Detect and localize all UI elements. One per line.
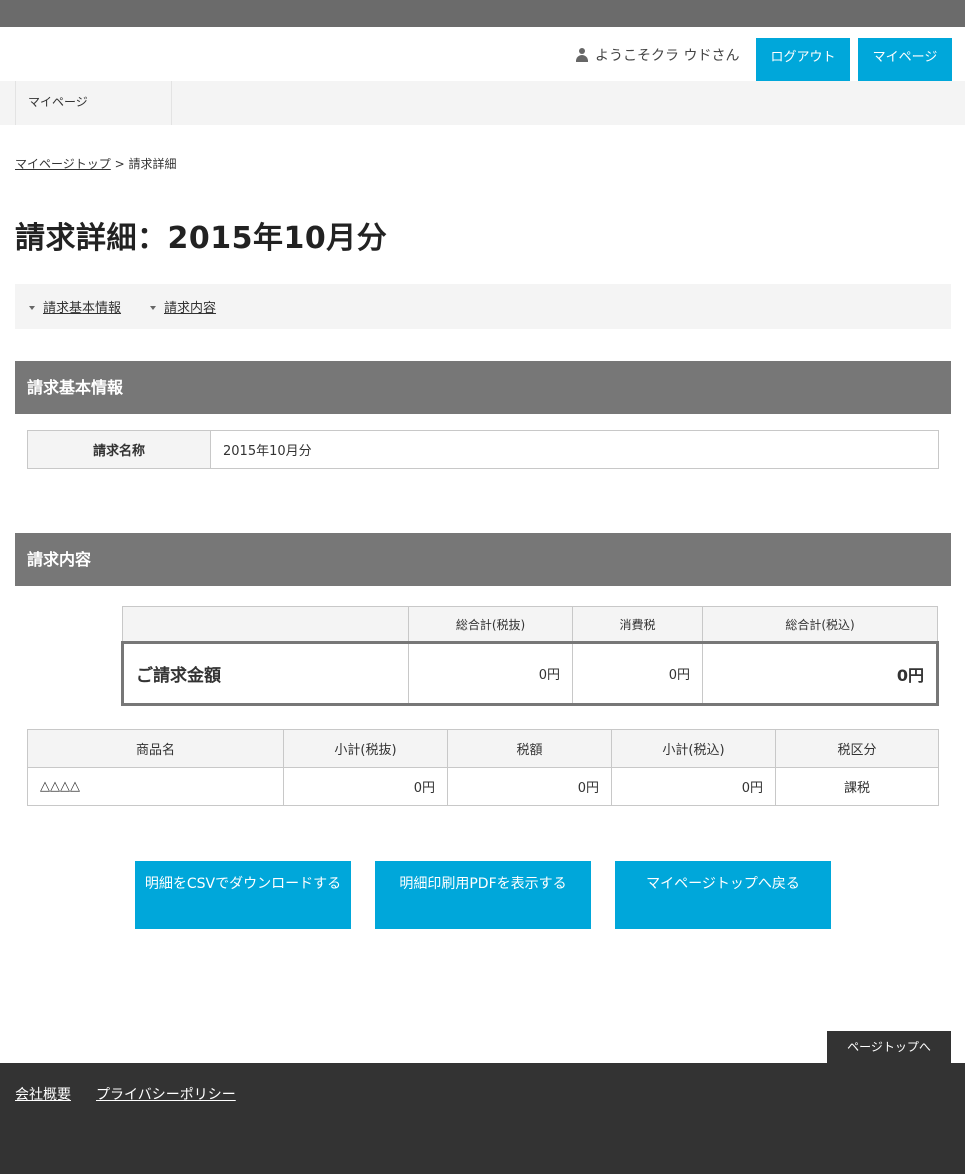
table-header-row: 商品名 小計(税抜) 税額 小計(税込) 税区分 xyxy=(27,729,939,768)
billing-total: 0円 xyxy=(702,641,939,706)
breadcrumb-home-link[interactable]: マイページトップ xyxy=(15,157,111,171)
item-header-name: 商品名 xyxy=(27,729,284,768)
page-top-button[interactable]: ページトップへ xyxy=(827,1031,951,1063)
footer-link-privacy[interactable]: プライバシーポリシー xyxy=(96,1084,236,1104)
section-heading-billing: 請求内容 xyxy=(15,533,951,586)
breadcrumb-current: 請求詳細 xyxy=(128,157,177,171)
table-row: 請求名称 2015年10月分 xyxy=(27,430,939,469)
page-title: 請求詳細：2015年10月分 xyxy=(15,221,388,256)
section-heading-basic-info: 請求基本情報 xyxy=(15,361,951,414)
user-icon xyxy=(575,48,589,62)
summary-header-subtotal: 総合計(税抜) xyxy=(408,606,573,643)
item-header-total: 小計(税込) xyxy=(611,729,776,768)
breadcrumb: マイページトップ > 請求詳細 xyxy=(15,155,177,172)
anchor-link-label: 請求基本情報 xyxy=(43,301,122,316)
footer-link-company[interactable]: 会社概要 xyxy=(15,1084,71,1104)
billing-summary-table: 総合計(税抜) 消費税 総合計(税込) ご請求金額 0円 0円 0円 xyxy=(121,606,939,706)
welcome-text: ようこそクラ ウドさん xyxy=(595,48,740,64)
caret-down-icon xyxy=(29,305,35,310)
download-csv-button[interactable]: 明細をCSVでダウンロードする xyxy=(135,861,351,929)
summary-header-tax: 消費税 xyxy=(572,606,703,643)
anchor-link-label: 請求内容 xyxy=(164,301,217,316)
gnav-item-mypage[interactable]: マイページ xyxy=(15,81,172,125)
item-header-subtotal: 小計(税抜) xyxy=(283,729,448,768)
billing-name-value: 2015年10月分 xyxy=(210,430,939,469)
basic-info-table: 請求名称 2015年10月分 xyxy=(27,430,939,469)
table-header-row: 総合計(税抜) 消費税 総合計(税込) xyxy=(122,606,938,643)
billing-tax: 0円 xyxy=(572,641,703,706)
welcome-message: ようこそクラ ウドさん xyxy=(575,45,739,65)
item-subtotal: 0円 xyxy=(283,767,448,806)
breadcrumb-separator: > xyxy=(114,157,125,171)
item-tax-type: 課税 xyxy=(775,767,939,806)
table-row: ご請求金額 0円 0円 0円 xyxy=(121,641,939,706)
global-nav: マイページ xyxy=(0,81,965,125)
billing-items-table: 商品名 小計(税抜) 税額 小計(税込) 税区分 △△△△ 0円 0円 0円 課… xyxy=(27,729,939,806)
site-footer: 会社概要 プライバシーポリシー xyxy=(0,1063,965,1174)
summary-header-blank xyxy=(122,606,409,643)
logout-button[interactable]: ログアウト xyxy=(756,38,850,82)
anchor-link-basic-info[interactable]: 請求基本情報 xyxy=(29,297,121,316)
mypage-button[interactable]: マイページ xyxy=(858,38,952,82)
billing-subtotal: 0円 xyxy=(408,641,573,706)
anchor-nav: 請求基本情報 請求内容 xyxy=(15,284,951,329)
item-header-tax: 税額 xyxy=(447,729,612,768)
back-to-mypage-button[interactable]: マイページトップへ戻る xyxy=(615,861,831,929)
item-header-tax-type: 税区分 xyxy=(775,729,939,768)
item-total: 0円 xyxy=(611,767,776,806)
caret-down-icon xyxy=(150,305,156,310)
billing-amount-label: ご請求金額 xyxy=(121,641,409,706)
site-header: ようこそクラ ウドさん ログアウト マイページ xyxy=(0,27,965,82)
show-pdf-button[interactable]: 明細印刷用PDFを表示する xyxy=(375,861,591,929)
anchor-link-billing[interactable]: 請求内容 xyxy=(150,297,216,316)
summary-header-total: 総合計(税込) xyxy=(702,606,938,643)
item-name: △△△△ xyxy=(27,767,284,806)
billing-name-label: 請求名称 xyxy=(27,430,211,469)
item-tax: 0円 xyxy=(447,767,612,806)
table-row: △△△△ 0円 0円 0円 課税 xyxy=(27,767,939,806)
top-strip xyxy=(0,0,965,27)
